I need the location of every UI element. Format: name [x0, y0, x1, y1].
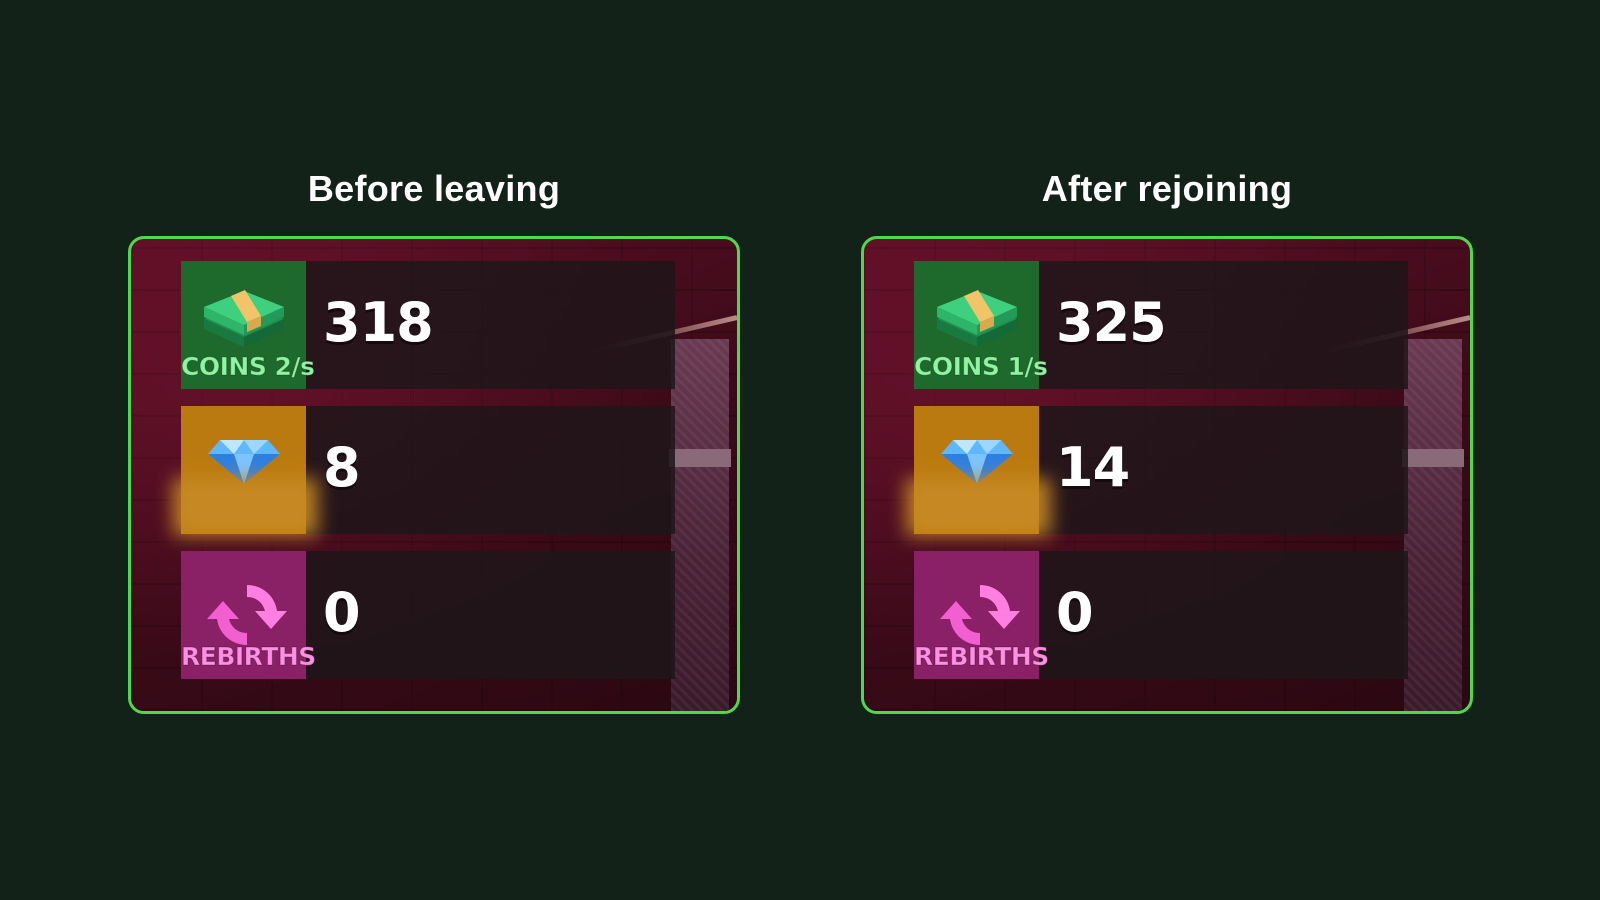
- background-wall: [669, 339, 731, 711]
- gems-row: 14: [906, 406, 1408, 536]
- gems-value: 8: [323, 436, 361, 499]
- gems-value: 14: [1056, 436, 1130, 499]
- background-wall: [1402, 339, 1464, 711]
- coins-row: COINS 2/s 318: [180, 261, 675, 389]
- rebirths-value: 0: [1056, 581, 1094, 644]
- panel-title-after: After rejoining: [1041, 168, 1293, 209]
- stats-panel-after: COINS 1/s 325 14 REBIRTHS 0: [861, 236, 1473, 714]
- comparison-view: Before leaving COINS 2/s 318 8 REBIRTHS …: [0, 0, 1600, 900]
- gems-row: 8: [173, 406, 675, 536]
- rebirths-tile: REBIRTHS: [914, 551, 1050, 679]
- rebirths-row: REBIRTHS 0: [914, 551, 1408, 679]
- rebirths-tile: REBIRTHS: [181, 551, 317, 679]
- coins-rate-label: COINS 1/s: [913, 352, 1048, 382]
- blurred-gem-label: [906, 478, 1051, 536]
- rebirths-label: REBIRTHS: [181, 642, 317, 672]
- rebirths-row: REBIRTHS 0: [181, 551, 675, 679]
- coins-value: 318: [323, 291, 434, 354]
- gems-tile: [173, 406, 318, 536]
- coins-rate-label: COINS 2/s: [180, 352, 315, 382]
- cash-stack-icon: [937, 290, 1017, 347]
- rebirths-value: 0: [323, 581, 361, 644]
- stats-panel-before: COINS 2/s 318 8 REBIRTHS 0: [128, 236, 740, 714]
- coins-row: COINS 1/s 325: [913, 261, 1408, 389]
- rebirths-label: REBIRTHS: [914, 642, 1050, 672]
- coins-tile: COINS 2/s: [180, 261, 315, 389]
- coins-tile: COINS 1/s: [913, 261, 1048, 389]
- panel-title-before: Before leaving: [307, 168, 561, 209]
- blurred-gem-label: [173, 478, 318, 536]
- cash-stack-icon: [204, 290, 284, 347]
- gems-tile: [906, 406, 1051, 536]
- coins-value: 325: [1056, 291, 1167, 354]
